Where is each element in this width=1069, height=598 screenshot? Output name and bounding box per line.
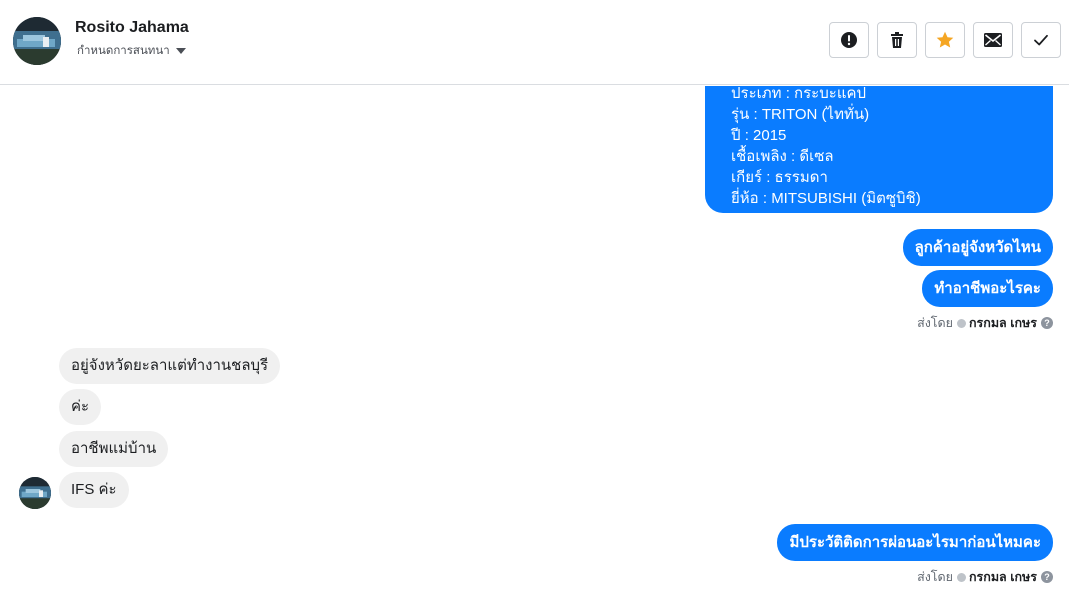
avatar-photo-icon [13,17,61,65]
sent-by-prefix: ส่งโดย [917,570,953,584]
vehicle-info-line: ยี่ห้อ : MITSUBISHI (มิตซูบิชิ) [731,190,921,207]
avatar-photo-icon [19,477,51,509]
vehicle-info-message[interactable]: ประเภท : กระบะแคป รุ่น : TRITON (ไททั่น)… [705,86,1053,213]
sender-name[interactable]: กรกมล เกษร [969,567,1037,587]
star-icon [936,31,954,48]
envelope-icon [984,33,1002,47]
vehicle-info-line: รุ่น : TRITON (ไททั่น) [731,106,870,123]
caret-down-icon [175,48,186,54]
incoming-message[interactable]: อยู่จังหวัดยะลาแต่ทำงานชลบุรี [59,348,281,384]
spam-button[interactable] [829,22,869,58]
incoming-message[interactable]: ค่ะ [59,389,102,425]
done-button[interactable] [1021,22,1061,58]
sent-by-prefix: ส่งโดย [917,316,953,330]
vehicle-info-line: เกียร์ : ธรรมดา [731,169,828,186]
verified-icon [956,572,966,582]
conversation-toolbar [829,22,1069,58]
message-thread[interactable]: ประเภท : กระบะแคป รุ่น : TRITON (ไททั่น)… [0,86,1069,598]
contact-avatar-small[interactable] [19,477,51,509]
verified-icon [956,318,966,328]
help-icon[interactable]: ? [1041,571,1053,583]
outgoing-message[interactable]: มีประวัติติดการผ่อนอะไรมาก่อนไหมคะ [777,524,1053,561]
check-icon [1034,34,1048,46]
conversation-header: Rosito Jahama กำหนดการสนทนา [0,0,1069,85]
conversation-settings-dropdown[interactable]: กำหนดการสนทนา [77,42,186,60]
star-button[interactable] [925,22,965,58]
exclamation-circle-icon [841,32,857,48]
vehicle-info-line: ประเภท : กระบะแคป [731,86,867,102]
vehicle-info-line: ปี : 2015 [731,127,787,144]
outgoing-message[interactable]: ทำอาชีพอะไรคะ [922,270,1053,307]
outgoing-message[interactable]: ลูกค้าอยู่จังหวัดไหน [902,229,1053,266]
mark-unread-button[interactable] [973,22,1013,58]
sent-by-info: ส่งโดย กรกมล เกษร ? [917,567,1053,587]
conversation-settings-label: กำหนดการสนทนา [77,43,170,57]
vehicle-info-line: เชื้อเพลิง : ดีเซล [731,148,834,165]
incoming-message[interactable]: IFS ค่ะ [59,472,129,508]
sender-name[interactable]: กรกมล เกษร [969,313,1037,333]
incoming-message[interactable]: อาชีพแม่บ้าน [59,431,169,467]
contact-name[interactable]: Rosito Jahama [75,19,189,37]
trash-icon [891,32,903,48]
delete-button[interactable] [877,22,917,58]
sent-by-info: ส่งโดย กรกมล เกษร ? [917,313,1053,333]
contact-avatar[interactable] [13,17,61,65]
help-icon[interactable]: ? [1041,317,1053,329]
